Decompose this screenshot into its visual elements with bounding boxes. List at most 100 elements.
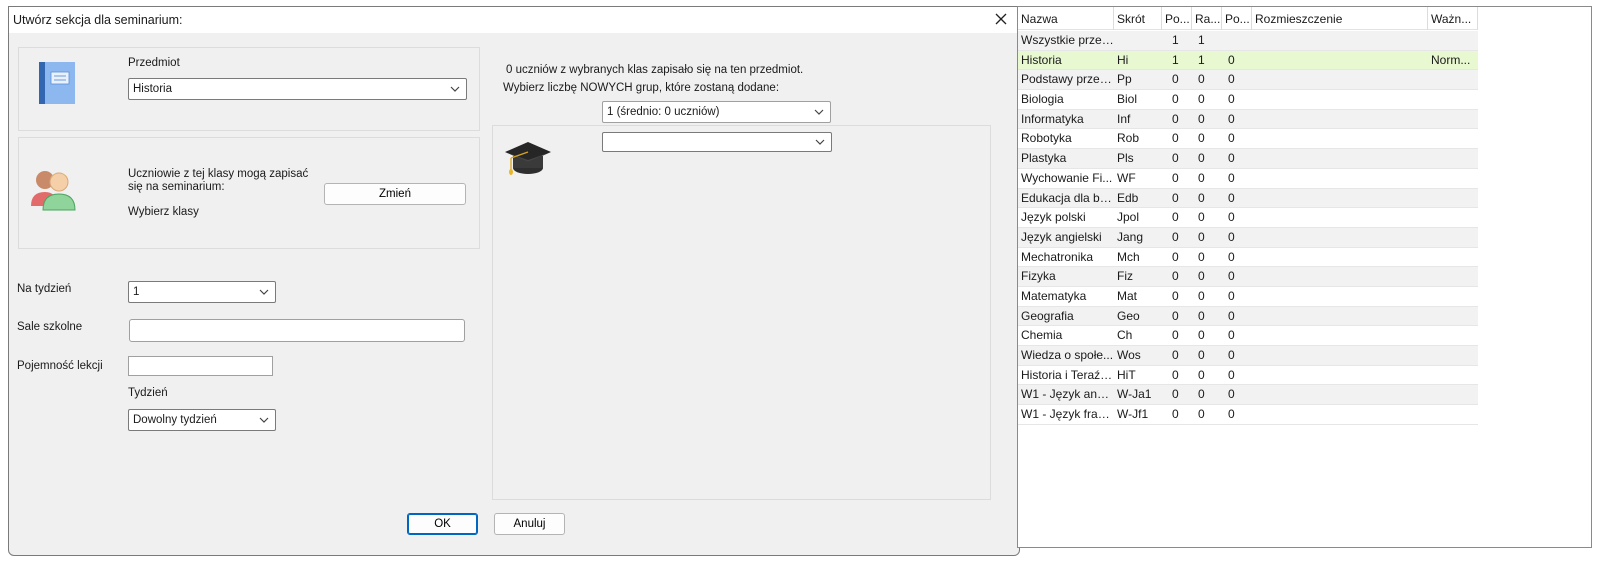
table-row[interactable]: Robotyka Rob 0 0 0 — [1018, 129, 1478, 150]
col-header-c3[interactable]: Po... — [1222, 7, 1252, 30]
cell-c2: 0 — [1198, 151, 1205, 166]
cell-c1: 0 — [1172, 367, 1179, 382]
cell-c1: 0 — [1172, 407, 1179, 422]
cell-abbr: WF — [1117, 170, 1136, 185]
rooms-field[interactable] — [129, 319, 465, 342]
table-row[interactable]: W1 - Język fran... W-Jf1 0 0 0 — [1018, 405, 1478, 425]
change-button[interactable]: Zmień — [324, 183, 466, 205]
table-row[interactable]: W1 - Język angi... W-Ja1 0 0 0 — [1018, 385, 1478, 406]
cell-c3: 0 — [1228, 72, 1235, 87]
table-row[interactable]: Wiedza o społe... Wos 0 0 0 — [1018, 346, 1478, 366]
group-combo[interactable] — [602, 132, 832, 152]
cell-name: Język angielski — [1021, 229, 1102, 244]
cell-abbr: W-Jf1 — [1117, 407, 1149, 422]
table-row[interactable]: Plastyka Pls 0 0 0 — [1018, 149, 1478, 169]
cell-c3: 0 — [1228, 151, 1235, 166]
subject-combo[interactable]: Historia — [128, 78, 467, 100]
table-row[interactable]: Podstawy przed... Pp 0 0 0 — [1018, 70, 1478, 91]
cell-place — [1252, 31, 1428, 50]
cell-c2: 0 — [1198, 288, 1205, 303]
table-row[interactable]: Mechatronika Mch 0 0 0 — [1018, 248, 1478, 268]
cell-c2: 1 — [1198, 33, 1205, 47]
table-row[interactable]: Chemia Ch 0 0 0 — [1018, 326, 1478, 346]
cell-abbr: Pls — [1117, 151, 1134, 166]
table-header: Nazwa Skrót Po... Ra... Po... Rozmieszcz… — [1018, 7, 1478, 30]
cell-c3: 0 — [1228, 131, 1235, 146]
cell-c3: 0 — [1228, 348, 1235, 362]
table-row[interactable]: Historia i Teraźn... HiT 0 0 0 — [1018, 366, 1478, 386]
cell-abbr: Ch — [1117, 328, 1133, 343]
col-header-placement[interactable]: Rozmieszczenie — [1252, 7, 1428, 30]
cell-abbr: Biol — [1117, 92, 1138, 107]
cell-c2: 0 — [1198, 387, 1205, 402]
table-row[interactable]: Język angielski Jang 0 0 0 — [1018, 227, 1478, 248]
chevron-down-icon — [259, 417, 269, 423]
table-row[interactable]: Edukacja dla be... Edb 0 0 0 — [1018, 188, 1478, 209]
col-header-c1[interactable]: Po... — [1162, 7, 1192, 30]
col-header-c2[interactable]: Ra... — [1192, 7, 1222, 30]
week-combo[interactable]: Dowolny tydzień — [128, 409, 276, 431]
cell-weight — [1428, 326, 1478, 345]
cell-c1: 0 — [1172, 328, 1179, 343]
choose-classes-text: Wybierz klasy — [128, 206, 199, 218]
cell-c2: 0 — [1198, 328, 1205, 343]
cell-name: Robotyka — [1021, 131, 1072, 146]
cell-c2: 0 — [1198, 308, 1205, 323]
cell-place — [1252, 189, 1428, 208]
cell-abbr: HiT — [1117, 367, 1136, 382]
cell-c2: 1 — [1198, 52, 1205, 67]
table-row[interactable]: Informatyka Inf 0 0 0 — [1018, 109, 1478, 130]
ok-button[interactable]: OK — [407, 513, 478, 535]
table-row[interactable]: Biologia Biol 0 0 0 — [1018, 90, 1478, 110]
cell-c2: 0 — [1198, 249, 1205, 264]
cell-place — [1252, 169, 1428, 188]
cell-name: Edukacja dla be... — [1021, 190, 1114, 205]
col-header-weight[interactable]: Ważn... — [1428, 7, 1478, 30]
col-header-abbr[interactable]: Skrót — [1114, 7, 1162, 30]
groups-count-value: 1 (średnio: 0 uczniów) — [607, 106, 720, 118]
cell-place — [1252, 90, 1428, 109]
cell-name: Plastyka — [1021, 151, 1067, 166]
table-row[interactable]: Fizyka Fiz 0 0 0 — [1018, 267, 1478, 287]
cell-c3: 0 — [1228, 387, 1235, 402]
cell-c3: 0 — [1228, 111, 1235, 126]
create-section-dialog: Utwórz sekcja dla seminarium: Przedmiot … — [8, 6, 1020, 556]
cell-weight — [1428, 385, 1478, 404]
cell-c2: 0 — [1198, 229, 1205, 244]
cell-c2: 0 — [1198, 72, 1205, 87]
col-header-name[interactable]: Nazwa — [1018, 7, 1114, 30]
cell-c3: 0 — [1228, 269, 1235, 284]
dialog-titlebar: Utwórz sekcja dla seminarium: — [9, 7, 1019, 33]
cell-c1: 0 — [1172, 111, 1179, 126]
cell-weight — [1428, 169, 1478, 188]
table-row[interactable]: Matematyka Mat 0 0 0 — [1018, 287, 1478, 307]
cell-place — [1252, 346, 1428, 365]
table-row[interactable]: Wychowanie Fi... WF 0 0 0 — [1018, 169, 1478, 189]
page: Utwórz sekcja dla seminarium: Przedmiot … — [0, 0, 1597, 562]
close-icon[interactable] — [991, 9, 1011, 29]
cell-c2: 0 — [1198, 131, 1205, 146]
cell-name: Geografia — [1021, 308, 1074, 323]
dialog-title: Utwórz sekcja dla seminarium: — [13, 13, 183, 27]
cell-c1: 1 — [1172, 52, 1179, 67]
cell-weight — [1428, 366, 1478, 385]
cell-c1: 0 — [1172, 210, 1179, 225]
per-week-combo[interactable]: 1 — [128, 281, 276, 303]
cell-weight — [1428, 110, 1478, 129]
cell-weight — [1428, 287, 1478, 306]
table-row[interactable]: Wszystkie przed... 1 1 — [1018, 31, 1478, 51]
table-row[interactable]: Historia Hi 1 1 0 Norm... — [1018, 50, 1478, 71]
subject-combo-value: Historia — [133, 83, 172, 95]
cell-weight — [1428, 248, 1478, 267]
cell-weight — [1428, 90, 1478, 109]
cell-abbr: Mat — [1117, 288, 1138, 303]
cell-name: Biologia — [1021, 92, 1064, 107]
cancel-button[interactable]: Anuluj — [494, 513, 565, 535]
table-row[interactable]: Język polski Jpol 0 0 0 — [1018, 208, 1478, 228]
groups-count-combo[interactable]: 1 (średnio: 0 uczniów) — [602, 101, 831, 123]
capacity-field[interactable] — [128, 356, 273, 376]
week-value: Dowolny tydzień — [133, 414, 217, 426]
cell-name: Historia i Teraźn... — [1021, 367, 1114, 382]
cell-name: Mechatronika — [1021, 249, 1094, 264]
table-row[interactable]: Geografia Geo 0 0 0 — [1018, 306, 1478, 327]
